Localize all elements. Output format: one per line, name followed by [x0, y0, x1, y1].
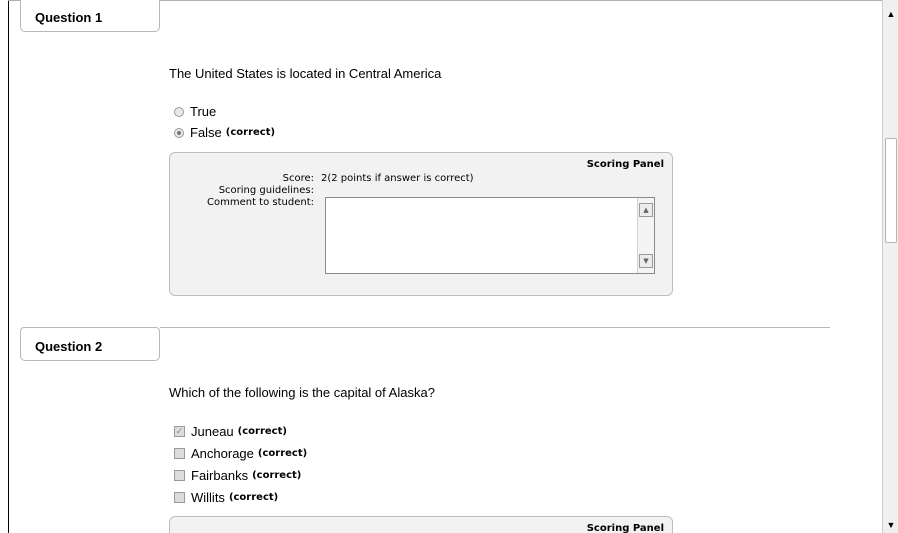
- textarea-scroll-up-icon[interactable]: ▲: [639, 203, 653, 217]
- page-left-border: [8, 0, 9, 533]
- comment-to-student-textarea[interactable]: ▲ ▼: [325, 197, 655, 274]
- checkbox-unchecked-icon[interactable]: [174, 470, 185, 481]
- option-label: Juneau: [191, 424, 234, 439]
- quiz-review-page: Question 1 The United States is located …: [0, 0, 882, 533]
- arrow-down-icon[interactable]: ▼: [883, 517, 898, 533]
- question-2-divider: [160, 327, 830, 328]
- question-2-option-willits[interactable]: Willits (correct): [174, 490, 278, 505]
- scoring-panel-1: Scoring Panel Score: 2(2 points if answe…: [169, 152, 673, 296]
- question-1-prompt: The United States is located in Central …: [169, 66, 442, 81]
- question-1-option-true[interactable]: True: [174, 104, 216, 119]
- textarea-scroll-down-icon[interactable]: ▼: [639, 254, 653, 268]
- scoring-panel-2: Scoring Panel: [169, 516, 673, 533]
- correct-tag: (correct): [257, 448, 308, 459]
- comment-label: Comment to student:: [207, 197, 314, 208]
- checkbox-unchecked-icon[interactable]: [174, 448, 185, 459]
- checkbox-unchecked-icon[interactable]: [174, 492, 185, 503]
- option-label: Willits: [191, 490, 225, 505]
- scoring-guidelines-label: Scoring guidelines:: [218, 185, 314, 196]
- correct-tag: (correct): [237, 426, 287, 437]
- question-1-tab: Question 1: [20, 0, 160, 32]
- scoring-panel-title: Scoring Panel: [586, 523, 664, 533]
- option-label: Fairbanks: [191, 468, 249, 483]
- scrollbar-thumb[interactable]: [885, 138, 897, 243]
- arrow-up-icon[interactable]: ▲: [883, 6, 898, 22]
- question-2-option-juneau[interactable]: ✓ Juneau (correct): [174, 424, 287, 439]
- score-label: Score:: [282, 173, 314, 184]
- correct-tag: (correct): [252, 470, 302, 481]
- checkbox-checked-icon[interactable]: ✓: [174, 426, 185, 437]
- question-2-tab: Question 2: [20, 327, 160, 361]
- correct-tag: (correct): [228, 492, 279, 503]
- question-2-prompt: Which of the following is the capital of…: [169, 385, 435, 400]
- question-2-option-fairbanks[interactable]: Fairbanks (correct): [174, 468, 301, 483]
- page-vertical-scrollbar[interactable]: ▲ ▼: [882, 0, 898, 533]
- question-2-option-anchorage[interactable]: Anchorage (correct): [174, 446, 307, 461]
- scoring-panel-title: Scoring Panel: [586, 159, 664, 170]
- option-label: Anchorage: [191, 446, 254, 461]
- option-label: False: [190, 125, 222, 140]
- question-1-option-false[interactable]: False (correct): [174, 125, 275, 140]
- textarea-scrollbar[interactable]: ▲ ▼: [637, 198, 654, 273]
- score-value: 2(2 points if answer is correct): [321, 173, 474, 184]
- radio-unchecked-icon[interactable]: [174, 106, 184, 117]
- radio-checked-icon[interactable]: [174, 127, 184, 138]
- correct-tag: (correct): [225, 127, 276, 138]
- option-label: True: [190, 104, 217, 119]
